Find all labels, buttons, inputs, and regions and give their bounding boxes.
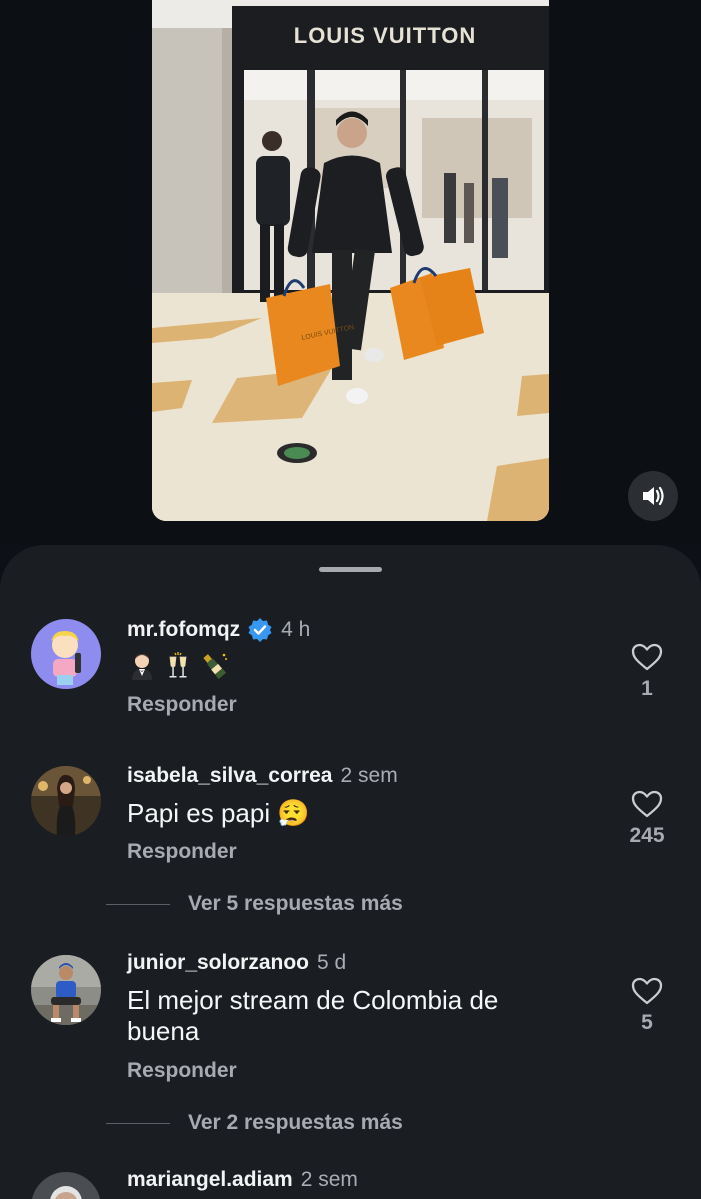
comment-text: Papi es papi 😮‍💨 [127, 798, 310, 828]
avatar[interactable] [31, 619, 101, 689]
avatar-image [31, 1172, 101, 1199]
man-in-tuxedo-emoji-icon [132, 654, 152, 680]
sound-toggle-button[interactable] [628, 471, 678, 521]
page: LOUIS VUITTON LOUIS VUITTON mr.fofomqz 4… [0, 0, 701, 1199]
comment-timestamp: 2 sem [300, 1168, 358, 1191]
reply-button[interactable]: Responder [127, 840, 237, 864]
heart-outline-icon[interactable] [631, 643, 663, 671]
replies-divider-line [106, 1122, 170, 1124]
champagne-bottle-emoji-icon [203, 653, 227, 680]
like-count: 245 [629, 824, 665, 847]
like-count: 5 [641, 1011, 653, 1034]
store-sign: LOUIS VUITTON [294, 23, 477, 48]
reply-button[interactable]: Responder [127, 1059, 237, 1083]
avatar[interactable] [31, 766, 101, 836]
comment-emoji-row [127, 651, 567, 681]
view-more-replies-button[interactable]: Ver 2 respuestas más [106, 1111, 403, 1135]
comment-header: mariangel.adiam 2 sem [127, 1168, 358, 1192]
comments-sheet: mr.fofomqz 4 h Responder 1 isabela_silva… [0, 545, 701, 1199]
view-more-replies-button[interactable]: Ver 5 respuestas más [106, 892, 403, 916]
reply-button[interactable]: Responder [127, 693, 237, 717]
view-more-replies-label: Ver 5 respuestas más [188, 892, 403, 915]
view-more-replies-label: Ver 2 respuestas más [188, 1111, 403, 1134]
verified-badge-icon [247, 617, 273, 643]
like-control: 5 [618, 977, 676, 1035]
comment-username[interactable]: junior_solorzanoo [127, 951, 309, 975]
replies-divider-line [106, 903, 170, 905]
comment-header: isabela_silva_correa 2 sem [127, 764, 398, 788]
comment-text [127, 651, 567, 681]
video-thumbnail: LOUIS VUITTON LOUIS VUITTON [152, 0, 549, 521]
speaker-volume-icon [643, 486, 664, 506]
comment-username[interactable]: mr.fofomqz [127, 618, 240, 642]
comment-header: junior_solorzanoo 5 d [127, 951, 346, 975]
like-control: 1 [618, 643, 676, 701]
video-player[interactable]: LOUIS VUITTON LOUIS VUITTON [152, 0, 549, 521]
clinking-glasses-emoji-icon [169, 652, 187, 678]
avatar[interactable] [31, 955, 101, 1025]
media-area: LOUIS VUITTON LOUIS VUITTON [0, 0, 701, 545]
heart-outline-icon[interactable] [631, 977, 663, 1005]
sheet-drag-handle[interactable] [319, 567, 382, 572]
comment-timestamp: 2 sem [340, 764, 398, 787]
heart-outline-icon[interactable] [631, 790, 663, 818]
like-count: 1 [641, 677, 653, 700]
like-control: 245 [618, 790, 676, 848]
avatar-image [31, 955, 101, 1025]
comment-username[interactable]: mariangel.adiam [127, 1168, 293, 1192]
comment-text: El mejor stream de Colombia de buena [127, 985, 499, 1046]
comment-username[interactable]: isabela_silva_correa [127, 764, 333, 788]
comment-timestamp: 5 d [317, 951, 347, 974]
avatar[interactable] [31, 1172, 101, 1199]
comment-header: mr.fofomqz 4 h [127, 617, 310, 643]
avatar-image [31, 619, 101, 689]
avatar-image [31, 766, 101, 836]
comment-timestamp: 4 h [281, 618, 311, 641]
